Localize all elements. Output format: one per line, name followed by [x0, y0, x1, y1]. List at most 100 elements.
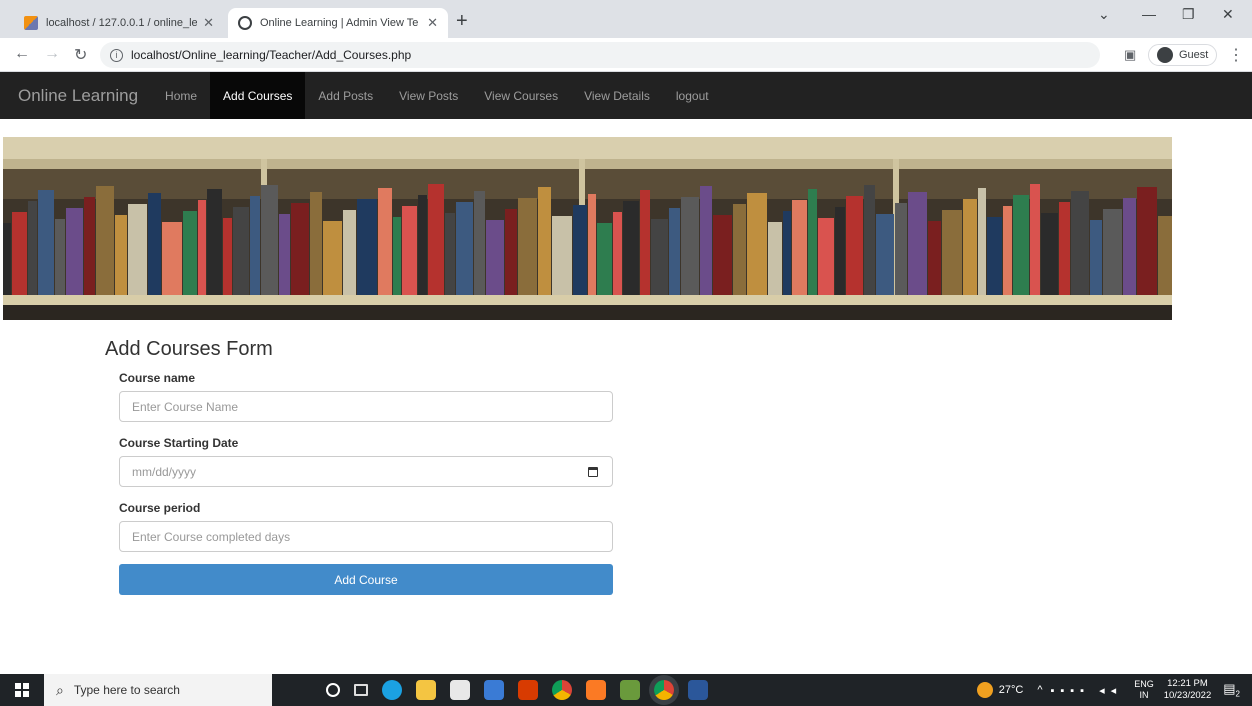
add-course-button[interactable]: Add Course — [119, 564, 613, 595]
profile-button[interactable]: Guest — [1148, 44, 1218, 66]
nav-home[interactable]: Home — [152, 72, 210, 119]
browser-tab-strip: localhost / 127.0.0.1 / online_lea ✕ Onl… — [0, 0, 1252, 38]
minimize-icon[interactable]: — — [1142, 6, 1156, 22]
clock[interactable]: 12:21 PM 10/23/2022 — [1164, 678, 1212, 702]
book-spine — [876, 214, 894, 295]
word-icon[interactable] — [688, 680, 708, 700]
notification-icon[interactable]: ▤2 — [1223, 681, 1240, 699]
book-spine — [1071, 191, 1089, 295]
start-date-input[interactable]: mm/dd/yyyy — [119, 456, 613, 487]
book-spine — [162, 222, 182, 295]
book-spine — [1158, 216, 1172, 295]
weather-temp[interactable]: 27°C — [999, 684, 1024, 696]
nav-view-details[interactable]: View Details — [571, 72, 663, 119]
taskbar-search[interactable]: ⌕ Type here to search — [44, 674, 272, 706]
form-title: Add Courses Form — [105, 338, 273, 360]
side-panel-icon[interactable]: ▣ — [1124, 47, 1136, 63]
book-spine — [597, 223, 612, 295]
forward-icon[interactable]: → — [44, 45, 60, 63]
start-button[interactable] — [0, 674, 44, 706]
brand-link[interactable]: Online Learning — [0, 72, 152, 119]
book-spine — [864, 185, 875, 295]
lang-top: ENG — [1134, 679, 1154, 689]
tab-title: localhost / 127.0.0.1 / online_lea — [46, 17, 198, 29]
book-spine — [895, 203, 907, 295]
course-period-label: Course period — [119, 501, 201, 515]
book-spine — [573, 205, 587, 295]
chrome-active-icon[interactable] — [654, 680, 674, 700]
course-period-input[interactable]: Enter Course completed days — [119, 521, 613, 552]
book-spine — [38, 190, 54, 295]
book-spine — [669, 208, 680, 295]
language-indicator[interactable]: ENG IN — [1134, 679, 1154, 701]
book-spine — [28, 201, 37, 295]
windows-icon — [15, 683, 29, 697]
nav-view-courses[interactable]: View Courses — [471, 72, 571, 119]
new-tab-button[interactable]: + — [456, 10, 468, 33]
book-spine — [12, 212, 27, 295]
book-spine — [818, 218, 834, 295]
book-spine — [518, 198, 537, 295]
book-spine — [681, 197, 699, 295]
nav-add-posts[interactable]: Add Posts — [305, 72, 386, 119]
browser-tab-phpmyadmin[interactable]: localhost / 127.0.0.1 / online_lea ✕ — [14, 8, 224, 38]
mail-icon[interactable] — [484, 680, 504, 700]
store-icon[interactable] — [450, 680, 470, 700]
xampp-icon[interactable] — [586, 680, 606, 700]
restore-icon[interactable]: ❐ — [1182, 6, 1195, 23]
book-spine — [418, 195, 427, 295]
nav-view-posts[interactable]: View Posts — [386, 72, 471, 119]
info-icon[interactable]: i — [110, 48, 123, 62]
book-spine — [198, 200, 206, 295]
back-icon[interactable]: ← — [14, 45, 30, 63]
photos-icon[interactable] — [620, 680, 640, 700]
taskbar-apps — [286, 680, 715, 700]
show-hidden-icons[interactable]: ^ — [1037, 684, 1042, 696]
book-spine — [1090, 220, 1102, 295]
reload-icon[interactable]: ↻ — [74, 45, 87, 65]
window-close-icon[interactable]: ✕ — [1222, 6, 1234, 23]
lang-bottom: IN — [1139, 690, 1149, 700]
edge-icon[interactable] — [382, 680, 402, 700]
close-icon[interactable]: ✕ — [203, 15, 214, 31]
file-explorer-icon[interactable] — [416, 680, 436, 700]
book-spine — [792, 200, 807, 295]
book-spine — [747, 193, 767, 295]
search-placeholder: Type here to search — [73, 683, 180, 697]
clock-date: 10/23/2022 — [1163, 690, 1212, 701]
nav-logout[interactable]: logout — [663, 72, 722, 119]
nav-add-courses[interactable]: Add Courses — [210, 72, 306, 119]
menu-icon[interactable]: ⋮ — [1228, 45, 1244, 65]
book-spine — [978, 188, 986, 295]
close-icon[interactable]: ✕ — [427, 15, 438, 31]
profile-label: Guest — [1179, 49, 1209, 61]
book-spine — [908, 192, 927, 295]
notification-count: 2 — [1235, 689, 1240, 699]
chrome-icon[interactable] — [552, 680, 572, 700]
windows-taskbar: ⌕ Type here to search 27°C ^ ▪▪▪▪ ◂◂ ENG… — [0, 674, 1252, 706]
book-spine — [1103, 209, 1122, 295]
task-view-icon[interactable] — [354, 684, 368, 696]
weather-icon[interactable] — [976, 682, 993, 698]
url-text: localhost/Online_learning/Teacher/Add_Co… — [131, 48, 412, 62]
address-bar[interactable]: i localhost/Online_learning/Teacher/Add_… — [100, 42, 1100, 68]
course-name-placeholder: Enter Course Name — [132, 399, 239, 414]
book-spine — [261, 185, 278, 295]
office-icon[interactable] — [518, 680, 538, 700]
calendar-icon[interactable] — [588, 466, 598, 477]
book-spine — [378, 188, 392, 295]
book-spine — [1123, 198, 1136, 295]
browser-tab-online-learning[interactable]: Online Learning | Admin View Te ✕ — [228, 8, 448, 38]
course-name-input[interactable]: Enter Course Name — [119, 391, 613, 422]
book-spine — [987, 217, 1002, 295]
tab-search-icon[interactable]: ⌄ — [1098, 6, 1110, 23]
cortana-icon[interactable] — [326, 683, 340, 697]
book-spine — [640, 190, 650, 295]
book-spine — [279, 214, 290, 295]
book-spine — [783, 211, 791, 295]
book-spine — [323, 221, 342, 295]
book-spine — [402, 206, 417, 295]
book-spine — [291, 203, 309, 295]
tray-icons[interactable]: ▪▪▪▪ ◂◂ — [1050, 684, 1122, 697]
book-spine — [148, 193, 161, 295]
